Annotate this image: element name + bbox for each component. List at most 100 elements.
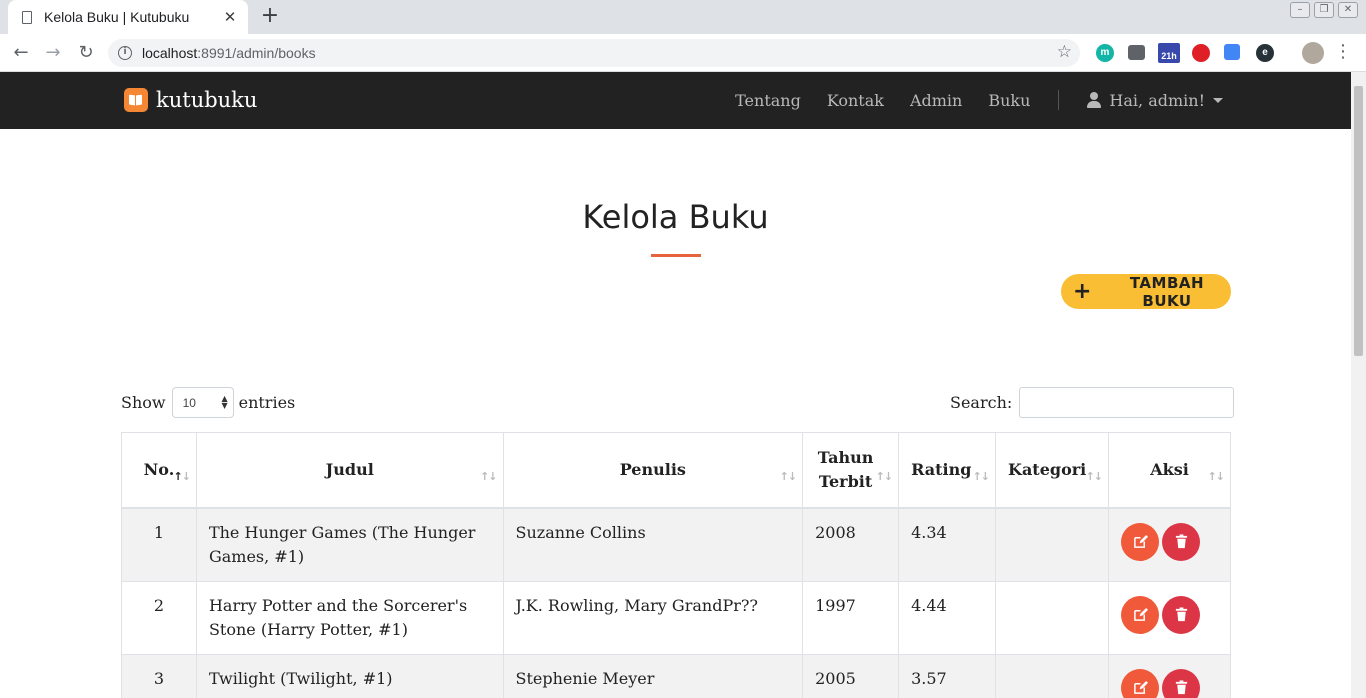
profile-avatar[interactable] (1302, 42, 1324, 64)
cell-tahun: 1997 (802, 580, 900, 655)
trash-icon (1175, 680, 1187, 695)
cell-aksi (1108, 653, 1231, 698)
edit-button[interactable] (1121, 522, 1159, 561)
sort-icon: ↑↓ (779, 469, 797, 483)
delete-button[interactable] (1162, 522, 1200, 561)
scrollbar-thumb[interactable] (1354, 86, 1363, 356)
page-viewport: kutubuku Tentang Kontak Admin Buku Hai, … (0, 72, 1351, 698)
address-bar[interactable]: i localhost:8991/admin/books ☆ (108, 39, 1080, 67)
column-header-aksi[interactable]: Aksi ↑↓ (1108, 432, 1231, 509)
browser-tabstrip: Kelola Buku | Kutubuku ✕ + – ❐ ✕ (0, 0, 1366, 34)
site-info-icon[interactable]: i (118, 46, 132, 60)
column-header-no[interactable]: No. ↑↓ (121, 432, 197, 509)
show-label: Show (121, 393, 166, 412)
page-length-select[interactable]: 10 (171, 387, 234, 418)
browser-toolbar: ← → ↻ i localhost:8991/admin/books ☆ m 2… (0, 34, 1366, 72)
forward-button[interactable]: → (40, 40, 66, 66)
cell-aksi (1108, 580, 1231, 655)
edit-icon (1133, 607, 1148, 621)
add-book-button[interactable]: + TAMBAH BUKU (1061, 273, 1231, 310)
page-length-wrapper: 10 ▲ ▼ (166, 387, 239, 418)
table-row: 2 Harry Potter and the Sorcerer's Stone … (121, 580, 1231, 655)
nav-link-tentang[interactable]: Tentang (735, 91, 801, 110)
caret-down-icon (1213, 97, 1223, 103)
nav-link-buku[interactable]: Buku (988, 91, 1030, 110)
sort-icon: ↑↓ (875, 469, 893, 483)
search-input[interactable] (1019, 387, 1235, 418)
e-extension-icon[interactable]: e (1256, 44, 1274, 62)
brand-name: kutubuku (156, 88, 258, 112)
brand[interactable]: kutubuku (124, 88, 257, 112)
sort-icon: ↑↓ (173, 469, 191, 483)
column-header-rating[interactable]: Rating ↑↓ (898, 432, 997, 509)
nav-link-kontak[interactable]: Kontak (827, 91, 884, 110)
cell-kategori (995, 507, 1109, 582)
table-row: 3 Twilight (Twilight, #1) Stephenie Meye… (121, 653, 1231, 698)
column-header-kategori[interactable]: Kategori ↑↓ (995, 432, 1109, 509)
nav-link-admin[interactable]: Admin (910, 91, 962, 110)
column-header-judul[interactable]: Judul ↑↓ (195, 432, 504, 509)
browser-tab[interactable]: Kelola Buku | Kutubuku ✕ (8, 0, 248, 34)
edit-button[interactable] (1121, 595, 1159, 634)
row-actions (1121, 521, 1218, 561)
new-tab-button[interactable]: + (258, 4, 282, 28)
cell-kategori (995, 653, 1109, 698)
cell-rating: 3.57 (898, 653, 997, 698)
user-icon (1087, 92, 1102, 108)
nav-divider (1058, 90, 1060, 110)
cell-no: 2 (121, 580, 197, 655)
chat-extension-icon[interactable] (1128, 45, 1145, 60)
cell-rating: 4.44 (898, 580, 997, 655)
user-menu[interactable]: Hai, admin! (1087, 91, 1223, 110)
row-actions (1121, 667, 1218, 698)
page-title: Kelola Buku (582, 198, 769, 236)
close-tab-icon[interactable]: ✕ (222, 8, 238, 26)
cell-tahun: 2008 (802, 507, 900, 582)
cell-aksi (1108, 507, 1231, 582)
restore-button[interactable]: ❐ (1314, 2, 1334, 18)
book-logo-icon (124, 88, 148, 112)
cell-tahun: 2005 (802, 653, 900, 698)
column-header-tahun-terbit[interactable]: Tahun Terbit ↑↓ (802, 432, 900, 509)
cell-no: 1 (121, 507, 197, 582)
column-header-penulis[interactable]: Penulis ↑↓ (502, 432, 804, 509)
minimize-button[interactable]: – (1290, 2, 1310, 18)
cell-penulis: Stephenie Meyer (502, 653, 804, 698)
bookmark-star-icon[interactable]: ☆ (1057, 42, 1072, 62)
page-length-control: Show 10 ▲ ▼ entries (121, 387, 295, 418)
edit-icon (1133, 534, 1148, 548)
sort-icon: ↑↓ (1207, 469, 1225, 483)
reload-button[interactable]: ↻ (73, 40, 99, 66)
cell-no: 3 (121, 653, 197, 698)
edit-button[interactable] (1121, 668, 1159, 698)
trash-icon (1175, 607, 1187, 622)
m-extension-icon[interactable]: m (1096, 44, 1114, 62)
user-greeting: Hai, admin! (1109, 90, 1205, 110)
translate-extension-icon[interactable] (1224, 44, 1240, 60)
row-actions (1121, 594, 1218, 634)
cell-rating: 4.34 (898, 507, 997, 582)
delete-button[interactable] (1162, 595, 1200, 634)
page-scrollbar[interactable] (1351, 72, 1366, 698)
sort-icon: ↑↓ (480, 469, 497, 483)
calendar-extension-icon[interactable]: 21h (1158, 43, 1180, 63)
close-window-button[interactable]: ✕ (1338, 2, 1358, 18)
title-underline (651, 254, 701, 257)
opera-extension-icon[interactable] (1192, 44, 1210, 62)
document-icon (22, 10, 32, 24)
entries-label: entries (238, 393, 296, 412)
cell-penulis: Suzanne Collins (502, 507, 804, 582)
plus-icon: + (1073, 278, 1092, 304)
cell-penulis: J.K. Rowling, Mary GrandPr?? (502, 580, 804, 655)
cell-judul: Twilight (Twilight, #1) (195, 653, 504, 698)
sort-icon: ↑↓ (972, 469, 990, 483)
cell-judul: The Hunger Games (The Hunger Games, #1) (195, 507, 504, 582)
cell-judul: Harry Potter and the Sorcerer's Stone (H… (195, 580, 504, 655)
back-button[interactable]: ← (8, 40, 34, 66)
table-search: Search: (950, 387, 1235, 418)
browser-menu-icon[interactable]: ⋮ (1334, 42, 1352, 62)
edit-icon (1133, 680, 1148, 694)
add-book-label: TAMBAH BUKU (1129, 273, 1205, 310)
delete-button[interactable] (1162, 668, 1200, 698)
trash-icon (1175, 534, 1187, 549)
